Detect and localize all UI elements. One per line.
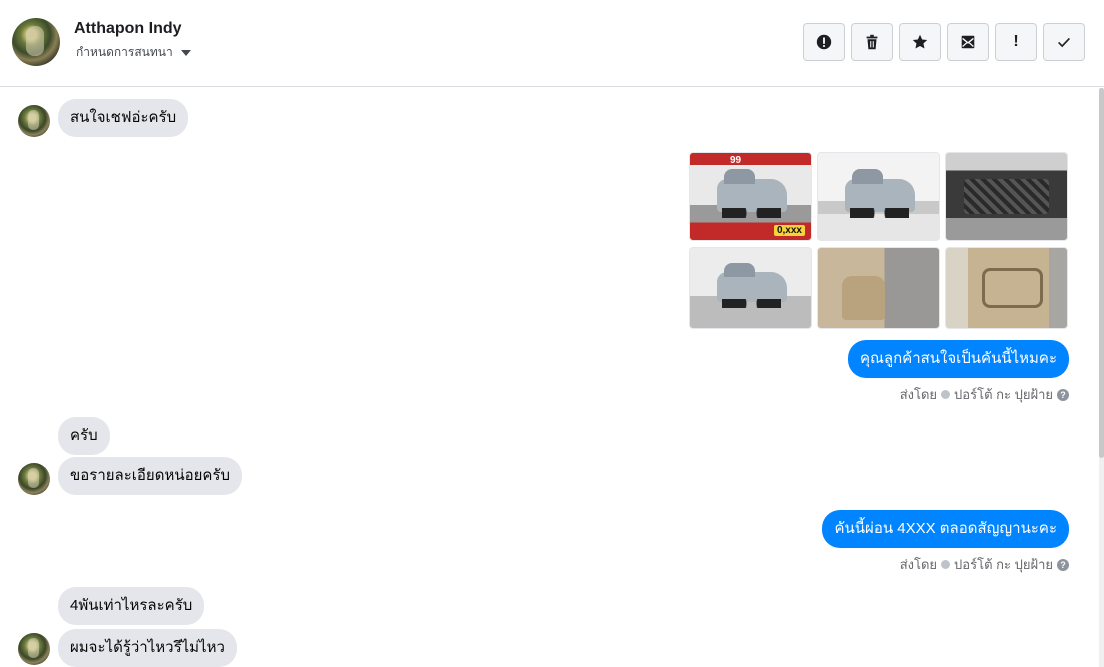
sent-by-prefix: ส่งโดย: [899, 557, 938, 572]
mark-done-button[interactable]: [1043, 23, 1085, 61]
car-photo-5[interactable]: [817, 247, 940, 329]
mark-unread-button[interactable]: [947, 23, 989, 61]
help-icon[interactable]: ?: [1057, 558, 1069, 571]
car-photo-2[interactable]: [817, 152, 940, 241]
price-tag: 0,xxx: [773, 225, 805, 236]
sent-by-line: ส่งโดย ปอร์โต้ กะ ปุยฝ้าย ?: [900, 384, 1069, 405]
help-icon[interactable]: ?: [1057, 388, 1069, 401]
alert-circle-icon: [816, 34, 832, 50]
car-image: [716, 262, 787, 309]
incoming-message[interactable]: ผมจะได้รู้ว่าไหวรึไม่ไหว: [58, 629, 237, 667]
verified-icon: [941, 560, 951, 569]
mark-spam-button[interactable]: [803, 23, 845, 61]
incoming-message[interactable]: สนใจเชฟอ่ะครับ: [58, 99, 189, 137]
scrollbar-thumb[interactable]: [1099, 88, 1104, 458]
engine-image: [964, 179, 1049, 214]
mark-unread-icon: [961, 35, 975, 49]
contact-avatar-small: [18, 633, 50, 665]
incoming-message[interactable]: 4พันเท่าไหรละครับ: [58, 587, 205, 625]
contact-name[interactable]: Atthapon Indy: [74, 20, 182, 38]
sent-by-name[interactable]: ปอร์โต้ กะ ปุยฝ้าย: [954, 384, 1053, 405]
car-photo-1[interactable]: 99 0,xxx: [689, 152, 812, 241]
caret-down-icon: [180, 49, 191, 56]
contact-avatar[interactable]: [12, 18, 60, 66]
delete-button[interactable]: [851, 23, 893, 61]
verified-icon: [941, 390, 951, 399]
photo-gallery: 99 0,xxx: [689, 152, 1068, 329]
outgoing-message[interactable]: คุณลูกค้าสนใจเป็นคันนี้ไหมคะ: [847, 340, 1069, 378]
check-icon: [1058, 37, 1070, 48]
follow-up-button[interactable]: !: [995, 23, 1037, 61]
promo-badge: 99: [730, 155, 742, 166]
message-thread: สนใจเชฟอ่ะครับ 99 0,xxx คุณลูกค้าสนใจเป็…: [0, 88, 1104, 667]
outgoing-message[interactable]: คันนี้ผ่อน 4XXX ตลอดสัญญานะคะ: [822, 510, 1069, 548]
car-photo-3[interactable]: [945, 152, 1068, 241]
car-photo-6[interactable]: [945, 247, 1068, 329]
door-image: [982, 268, 1043, 308]
exclamation-icon: !: [1013, 33, 1019, 50]
star-button[interactable]: [899, 23, 941, 61]
conversation-header: Atthapon Indy กำหนดการสนทนา !: [0, 0, 1104, 87]
assign-conversation-dropdown[interactable]: กำหนดการสนทนา: [76, 43, 191, 62]
incoming-message[interactable]: ครับ: [58, 417, 110, 455]
car-photo-4[interactable]: [689, 247, 812, 329]
sent-by-line: ส่งโดย ปอร์โต้ กะ ปุยฝ้าย ?: [900, 554, 1069, 575]
contact-avatar-small: [18, 463, 50, 495]
assign-label: กำหนดการสนทนา: [76, 45, 173, 59]
conversation-toolbar: !: [803, 23, 1085, 61]
sent-by-name[interactable]: ปอร์โต้ กะ ปุยฝ้าย: [954, 554, 1053, 575]
sent-by-prefix: ส่งโดย: [899, 387, 938, 402]
trash-icon: [866, 34, 878, 50]
star-icon: [912, 34, 928, 49]
contact-avatar-small: [18, 105, 50, 137]
car-image: [844, 169, 915, 219]
seat-image: [842, 276, 885, 320]
incoming-message[interactable]: ขอรายละเอียดหน่อยครับ: [58, 457, 242, 495]
car-image: [716, 169, 787, 219]
